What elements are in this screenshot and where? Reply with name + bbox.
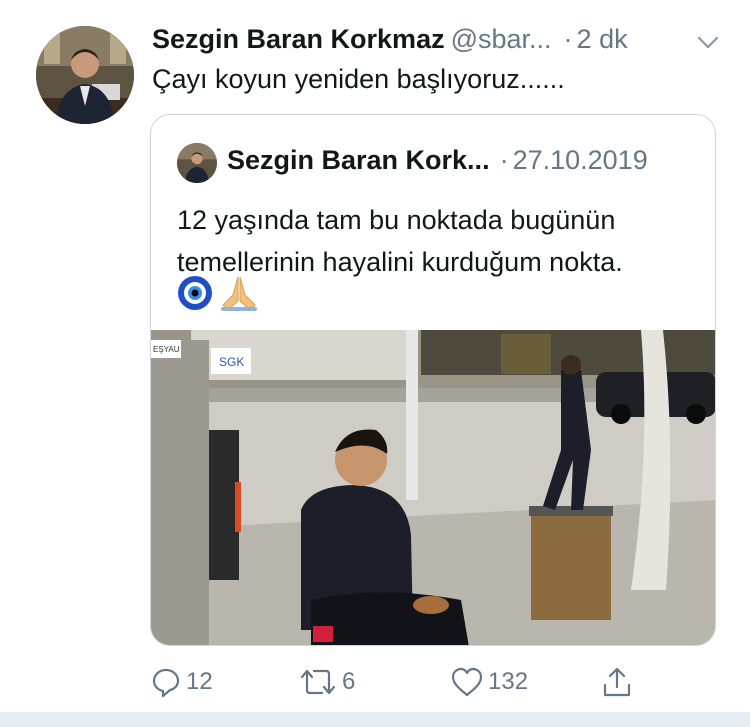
reply-button[interactable]: 12: [150, 660, 213, 704]
reply-icon: [152, 668, 180, 698]
reply-count: 12: [186, 668, 213, 695]
quoted-date[interactable]: 27.10.2019: [513, 145, 648, 175]
tweet-header: Sezgin Baran Korkmaz @sbar... · 2 dk: [152, 24, 732, 60]
chevron-down-icon[interactable]: [694, 28, 722, 56]
share-button[interactable]: [600, 660, 634, 704]
action-bar: 12 6 132: [0, 660, 750, 704]
like-button[interactable]: 132: [450, 660, 528, 704]
separator-dot: ·: [563, 24, 573, 54]
author-handle[interactable]: @sbar...: [451, 24, 552, 54]
tweet-time[interactable]: 2 dk: [577, 24, 628, 54]
quoted-avatar[interactable]: [177, 143, 217, 183]
retweet-icon: [300, 669, 336, 695]
quoted-avatar-photo: [177, 143, 217, 183]
quoted-separator: ·: [499, 145, 509, 175]
quoted-text-line-1: 12 yaşında tam bu noktada bugünün: [177, 205, 616, 235]
timeline-divider: [0, 712, 750, 727]
praying-hands-emoji: [221, 276, 257, 311]
like-count: 132: [488, 668, 529, 695]
quoted-photo[interactable]: SGK EŞYAU: [151, 330, 716, 646]
retweet-button[interactable]: 6: [298, 660, 355, 704]
tweet[interactable]: Sezgin Baran Korkmaz @sbar... · 2 dk Çayı k…: [0, 0, 750, 712]
emoji-row: [177, 273, 263, 315]
like-icon: [451, 667, 483, 697]
quoted-author-name[interactable]: Sezgin Baran Kork...: [227, 145, 490, 175]
quoted-text: 12 yaşında tam bu noktada bugünün temell…: [177, 199, 697, 283]
quoted-header: Sezgin Baran Kork... · 27.10.2019: [227, 145, 648, 176]
quoted-tweet[interactable]: Sezgin Baran Kork... · 27.10.2019 12 yaşın…: [150, 114, 716, 646]
retweet-count: 6: [342, 668, 356, 695]
tweet-text: Çayı koyun yeniden başlıyoruz......: [152, 64, 565, 94]
photo-sign-sgk: SGK: [219, 355, 244, 369]
share-icon: [603, 667, 631, 697]
evil-eye-emoji: [178, 276, 212, 310]
avatar-photo: [36, 26, 134, 124]
avatar[interactable]: [36, 26, 134, 124]
author-name[interactable]: Sezgin Baran Korkmaz: [152, 24, 445, 54]
photo-sign-shop: EŞYAU: [153, 345, 180, 354]
